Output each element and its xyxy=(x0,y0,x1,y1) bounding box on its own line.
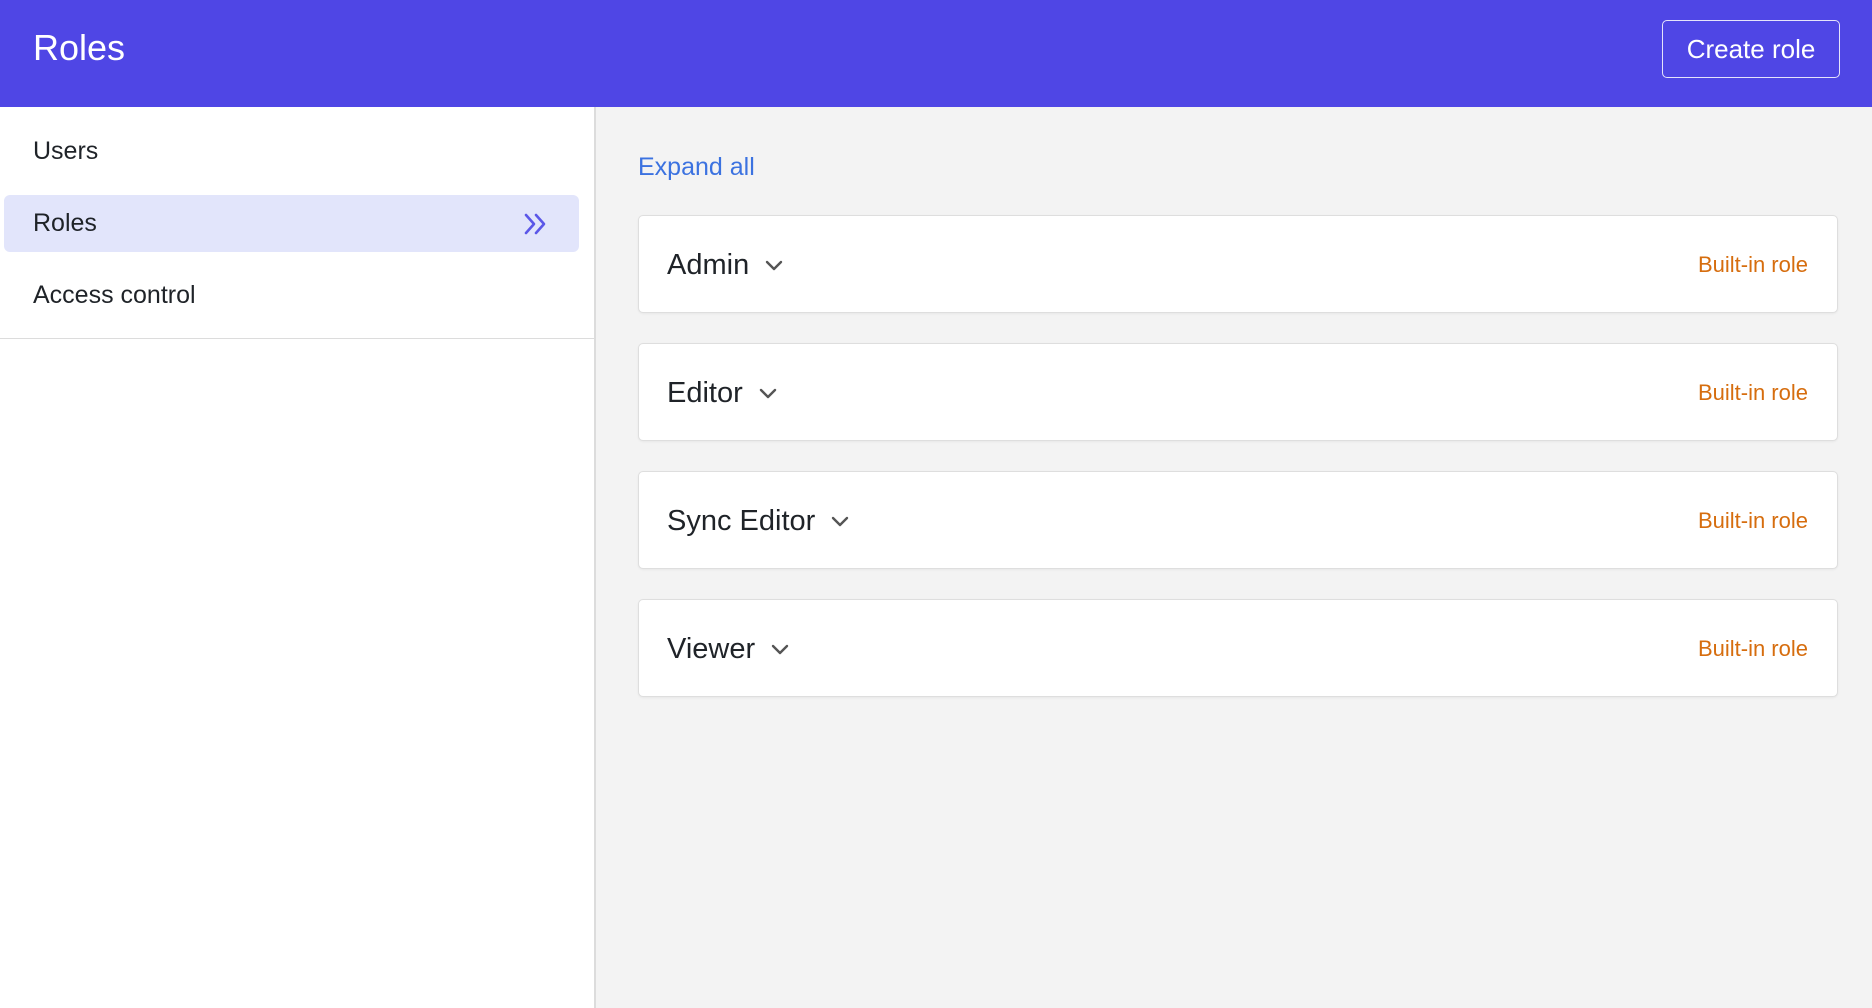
built-in-role-badge: Built-in role xyxy=(1697,508,1808,533)
role-name: Editor xyxy=(667,377,743,409)
create-role-button[interactable]: Create role xyxy=(1662,20,1840,78)
sidebar-item-label: Access control xyxy=(33,281,196,309)
double-chevron-right-icon xyxy=(524,213,546,235)
role-card-viewer: Viewer Built-in role xyxy=(638,599,1838,697)
page-title: Roles xyxy=(33,27,126,68)
chevron-down-icon xyxy=(771,644,789,655)
role-card-admin: Admin Built-in role xyxy=(638,215,1838,313)
role-card-header[interactable]: Sync Editor xyxy=(667,472,850,570)
role-name: Viewer xyxy=(667,633,756,665)
sidebar-item-roles[interactable]: Roles xyxy=(4,195,579,252)
sidebar-item-label: Roles xyxy=(33,209,97,237)
chevron-down-icon xyxy=(759,388,776,399)
built-in-role-badge: Built-in role xyxy=(1697,636,1808,661)
role-card-header[interactable]: Viewer xyxy=(667,600,790,698)
role-card-header[interactable]: Editor xyxy=(667,344,778,442)
sidebar-item-access-control[interactable]: Access control xyxy=(4,267,579,324)
expand-all-link[interactable]: Expand all xyxy=(638,151,755,183)
chevron-down-icon xyxy=(832,516,849,527)
role-card-sync-editor: Sync Editor Built-in role xyxy=(638,471,1838,569)
sidebar: Users Roles Access control xyxy=(0,107,596,1008)
top-bar: Roles Create role xyxy=(0,0,1872,107)
chevron-down-icon xyxy=(766,260,783,271)
role-name: Sync Editor xyxy=(667,505,816,537)
sidebar-item-users[interactable]: Users xyxy=(4,123,579,180)
sidebar-item-label: Users xyxy=(33,137,99,165)
role-card-editor: Editor Built-in role xyxy=(638,343,1838,441)
built-in-role-badge: Built-in role xyxy=(1697,380,1808,405)
role-card-header[interactable]: Admin xyxy=(667,216,784,314)
sidebar-nav: Users Roles Access control xyxy=(0,107,594,339)
role-name: Admin xyxy=(667,249,750,281)
built-in-role-badge: Built-in role xyxy=(1697,252,1808,277)
main-content: Expand all Admin Built-in role Editor Bu… xyxy=(598,107,1872,1008)
